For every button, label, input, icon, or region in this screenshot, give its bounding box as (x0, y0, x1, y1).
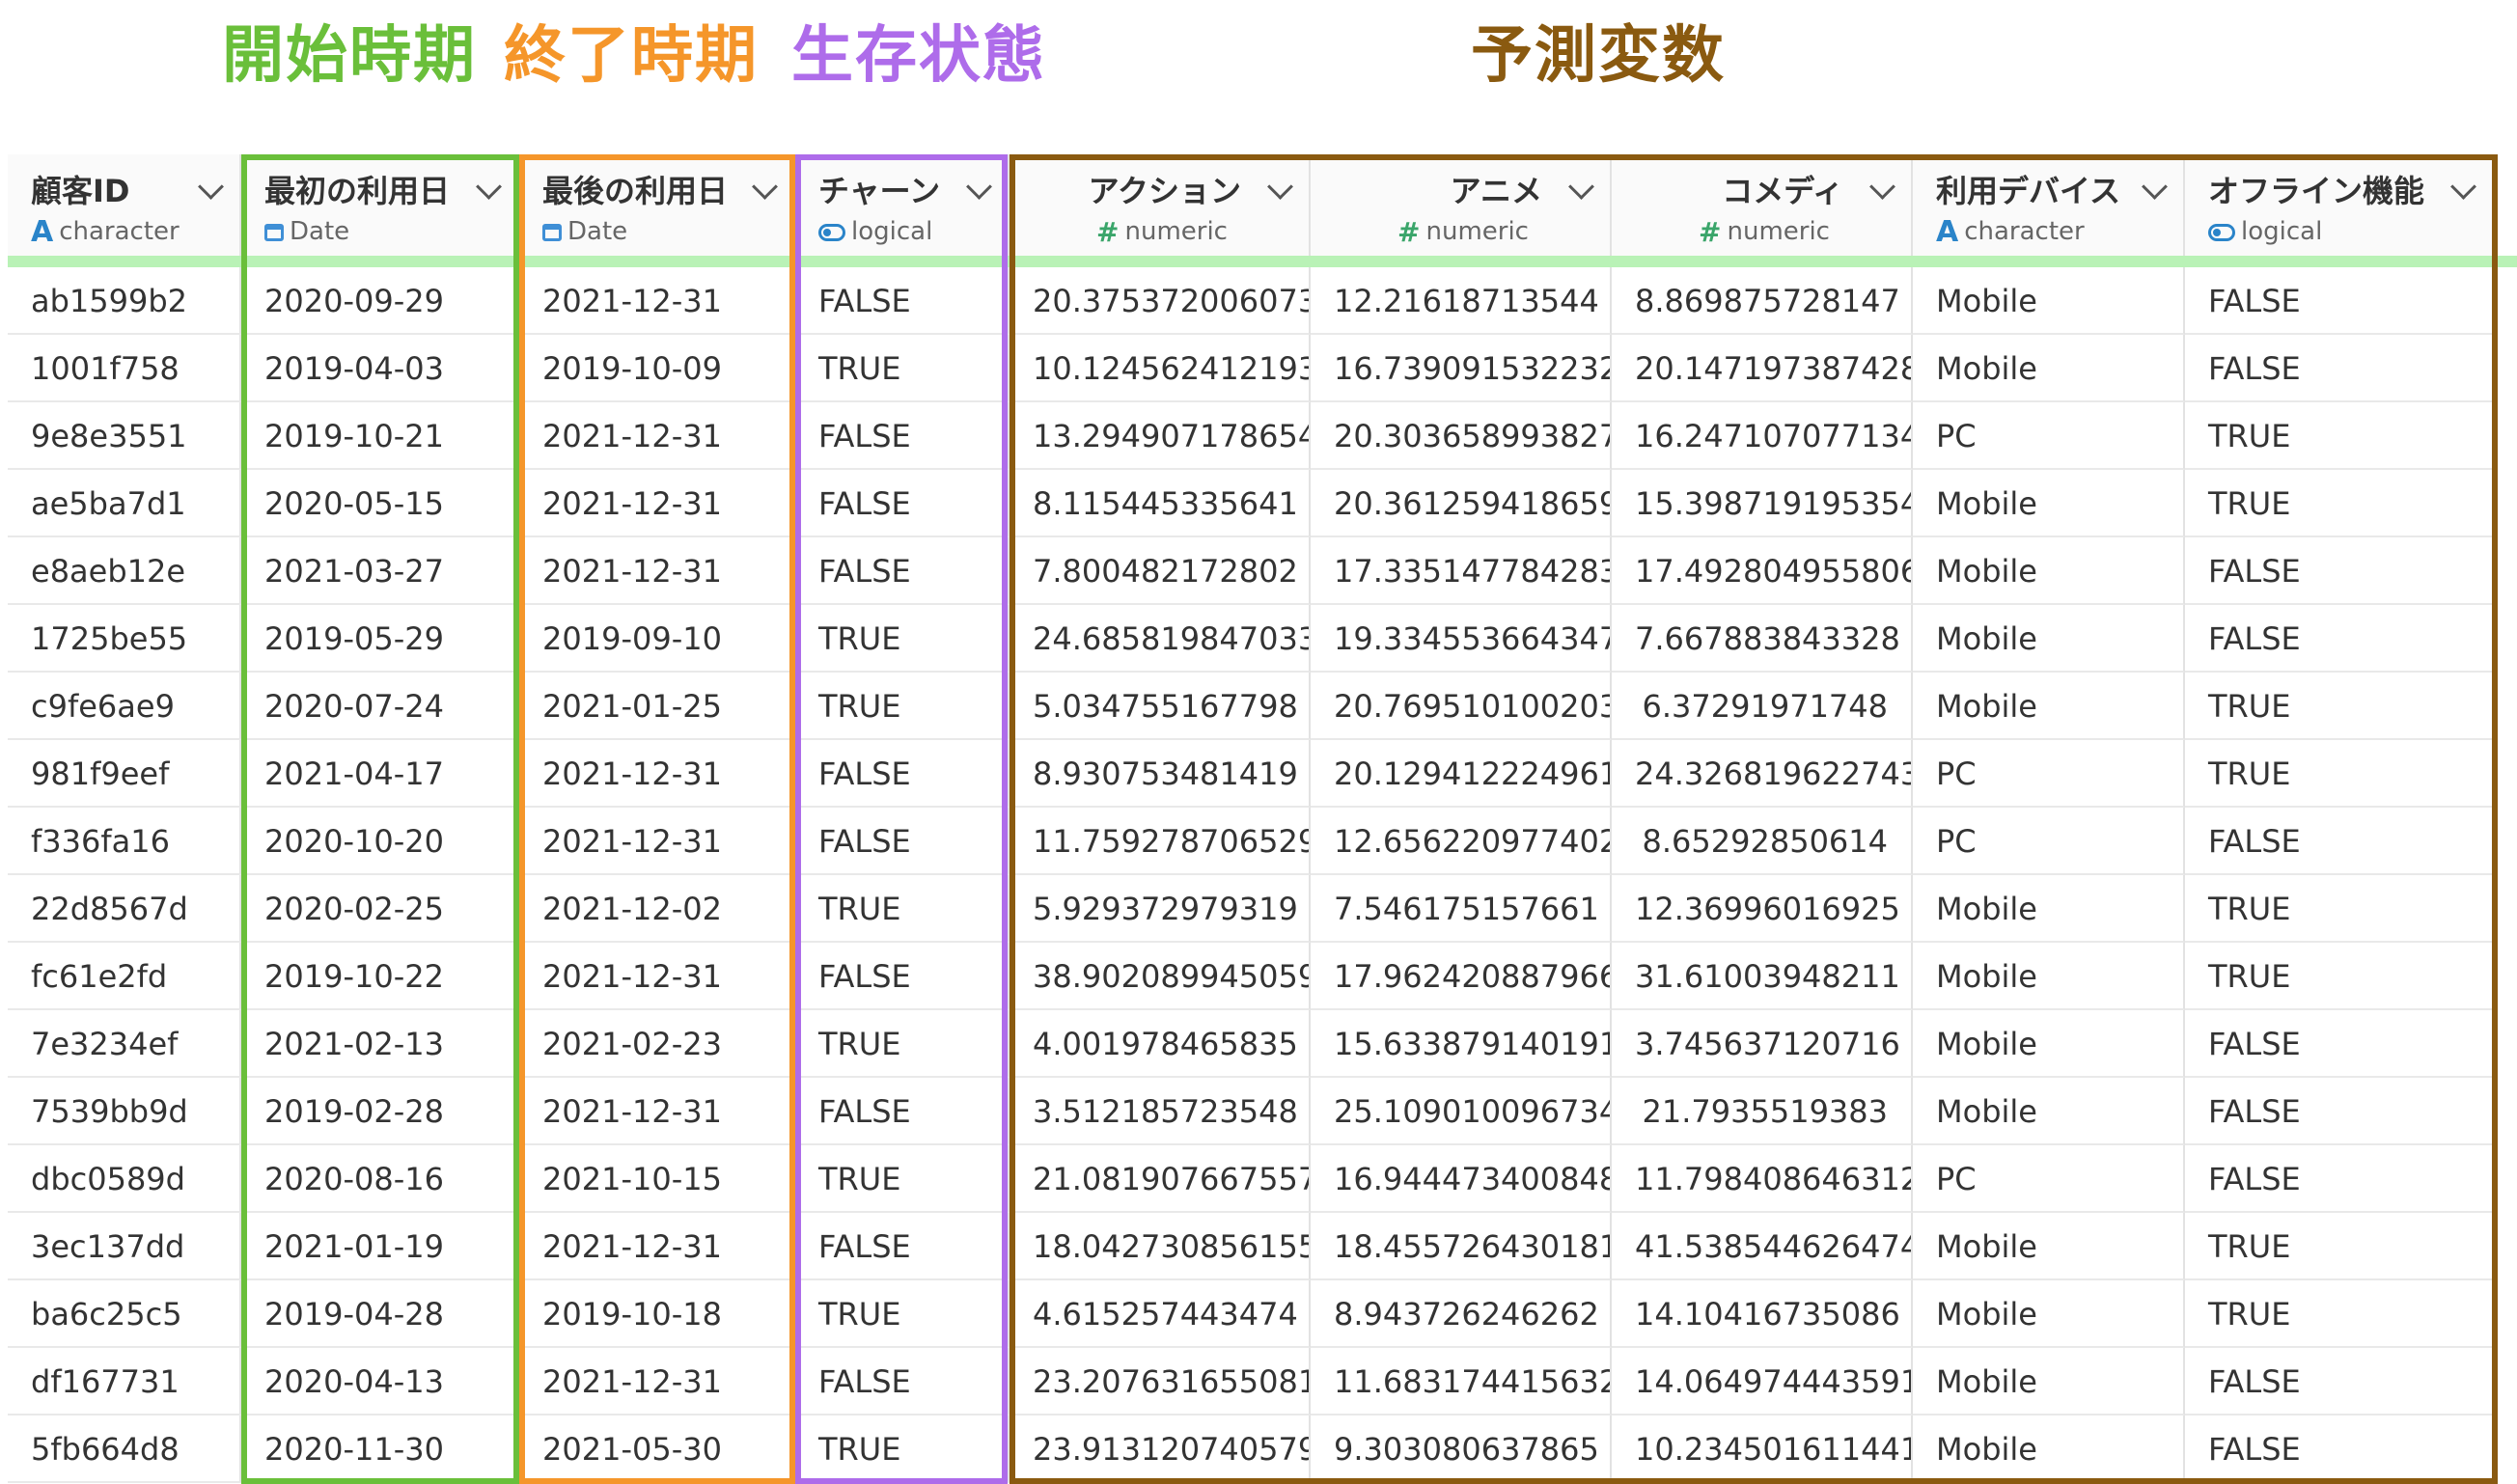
cell-customer-id[interactable]: f336fa16 (8, 808, 241, 875)
label-end-period: 終了時期 (504, 20, 759, 92)
cell-customer-id[interactable]: 1725be55 (8, 605, 241, 673)
column-header-customer-id[interactable]: 顧客ID Acharacter (8, 154, 241, 256)
predictors-highlight (1010, 154, 2498, 1484)
cell-customer-id[interactable]: df167731 (8, 1348, 241, 1415)
cell-customer-id[interactable]: ae5ba7d1 (8, 470, 241, 537)
cell-customer-id[interactable]: 3ec137dd (8, 1213, 241, 1280)
cell-customer-id[interactable]: 7539bb9d (8, 1078, 241, 1145)
cell-customer-id[interactable]: ba6c25c5 (8, 1280, 241, 1348)
cell-customer-id[interactable]: 981f9eef (8, 740, 241, 808)
cell-customer-id[interactable]: c9fe6ae9 (8, 673, 241, 740)
cell-customer-id[interactable]: 7e3234ef (8, 1010, 241, 1078)
column-type-label: character (59, 217, 180, 246)
cell-customer-id[interactable]: e8aeb12e (8, 537, 241, 605)
cell-customer-id[interactable]: dbc0589d (8, 1145, 241, 1213)
start-period-highlight (241, 154, 519, 1484)
cell-customer-id[interactable]: 1001f758 (8, 335, 241, 402)
cell-customer-id[interactable]: fc61e2fd (8, 943, 241, 1010)
cell-customer-id[interactable]: 9e8e3551 (8, 402, 241, 470)
status-highlight (795, 154, 1008, 1484)
character-type-icon: A (31, 214, 54, 249)
label-start-period: 開始時期 (222, 20, 477, 92)
cell-customer-id[interactable]: 22d8567d (8, 875, 241, 943)
column-type: Acharacter (31, 214, 222, 249)
label-predictor-variables: 予測変数 (1471, 20, 1726, 92)
end-period-highlight (519, 154, 795, 1484)
cell-customer-id[interactable]: 5fb664d8 (8, 1415, 241, 1483)
cell-customer-id[interactable]: ab1599b2 (8, 267, 241, 335)
label-survival-status: 生存状態 (791, 20, 1046, 92)
column-name: 顧客ID (31, 173, 130, 209)
